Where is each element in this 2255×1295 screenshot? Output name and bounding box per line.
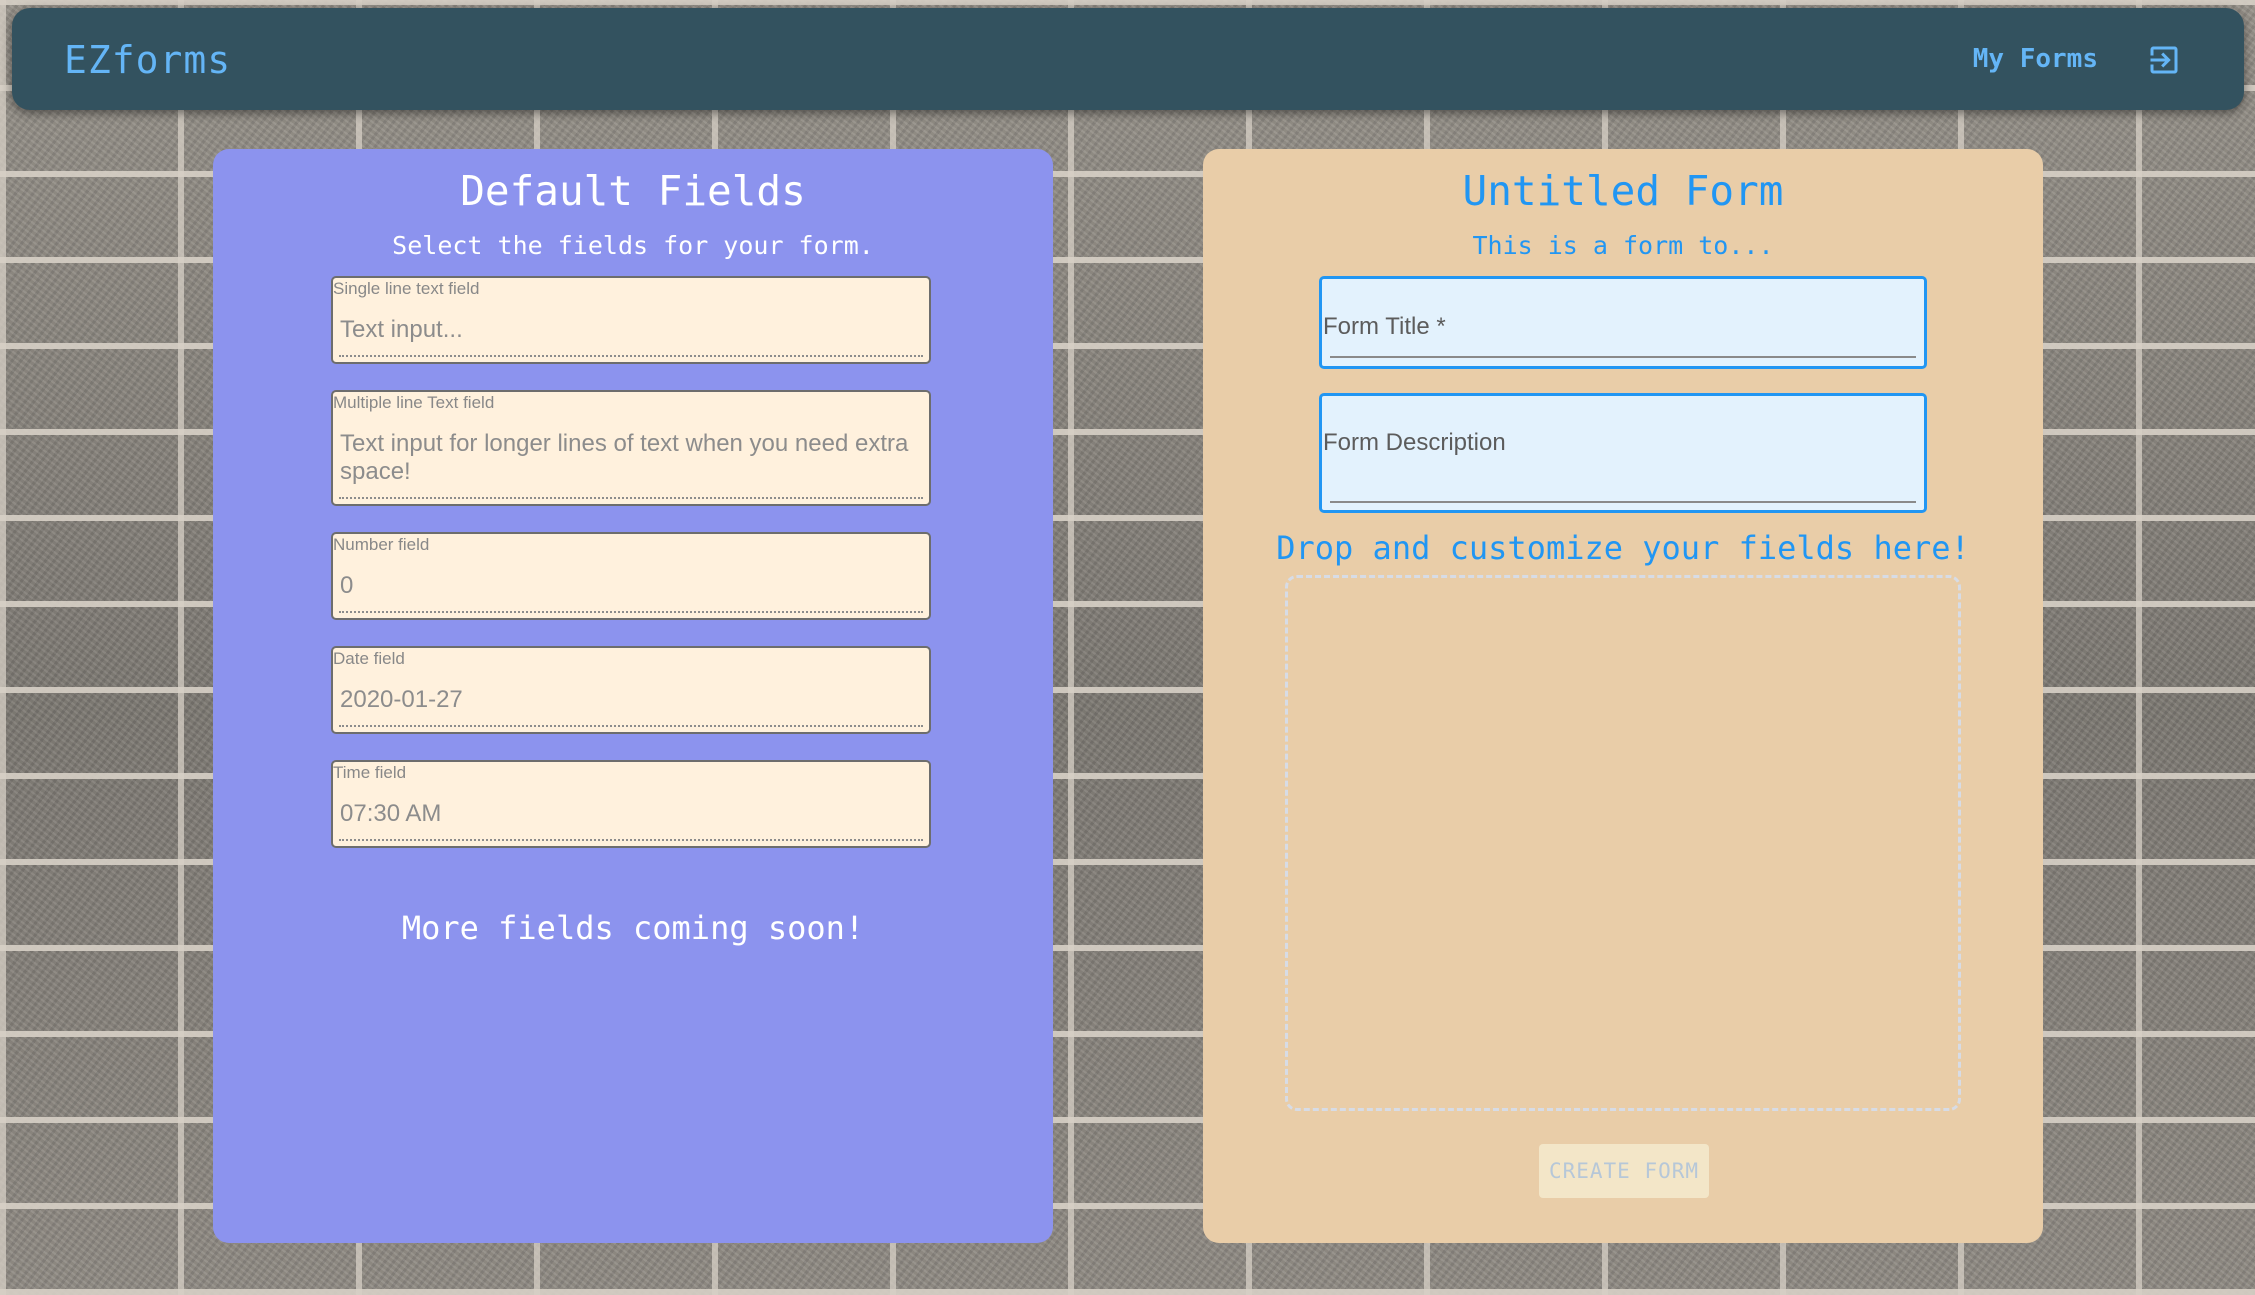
more-fields-notice: More fields coming soon! xyxy=(401,909,865,947)
field-underline xyxy=(339,839,923,841)
field-label: Multiple line Text field xyxy=(333,393,495,412)
field-label: Date field xyxy=(333,649,405,668)
default-fields-subtitle: Select the fields for your form. xyxy=(392,231,874,260)
drop-zone-title: Drop and customize your fields here! xyxy=(1276,529,1970,567)
field-value: 2020-01-27 xyxy=(340,686,463,713)
logout-icon[interactable] xyxy=(2146,42,2182,78)
form-title-input-label: Form Title * xyxy=(1323,313,1446,340)
field-underline xyxy=(339,725,923,727)
default-fields-panel: Default Fields Select the fields for you… xyxy=(213,149,1053,1243)
form-description-input[interactable]: Form Description xyxy=(1319,393,1927,513)
form-description-input-label: Form Description xyxy=(1323,429,1506,456)
date-field[interactable]: Date field 2020-01-27 xyxy=(331,646,931,734)
field-value: 07:30 AM xyxy=(340,800,442,827)
input-underline xyxy=(1330,501,1916,503)
single-line-text-field[interactable]: Single line text field Text input... xyxy=(331,276,931,364)
app-bar: EZforms My Forms xyxy=(12,8,2244,110)
field-drop-zone[interactable] xyxy=(1285,575,1961,1111)
multiple-line-text-field[interactable]: Multiple line Text field Text input for … xyxy=(331,390,931,506)
form-builder-panel: Untitled Form This is a form to... Form … xyxy=(1203,149,2043,1243)
form-title-heading: Untitled Form xyxy=(1462,167,1784,215)
form-title-input[interactable]: Form Title * xyxy=(1319,276,1927,369)
number-field[interactable]: Number field 0 xyxy=(331,532,931,620)
default-fields-title: Default Fields xyxy=(460,167,806,215)
field-label: Single line text field xyxy=(333,279,480,298)
field-underline xyxy=(339,355,923,357)
create-form-button[interactable]: CREATE FORM xyxy=(1539,1144,1709,1198)
field-value: Text input for longer lines of text when… xyxy=(340,430,909,485)
field-label: Time field xyxy=(333,763,407,782)
input-underline xyxy=(1330,356,1916,358)
field-underline xyxy=(339,497,923,499)
field-value: Text input... xyxy=(340,316,463,343)
form-subtitle: This is a form to... xyxy=(1472,231,1774,260)
brand-logo[interactable]: EZforms xyxy=(64,38,231,82)
field-value: 0 xyxy=(340,572,354,599)
field-label: Number field xyxy=(333,535,430,554)
my-forms-link[interactable]: My Forms xyxy=(1973,44,2098,74)
field-underline xyxy=(339,611,923,613)
time-field[interactable]: Time field 07:30 AM xyxy=(331,760,931,848)
